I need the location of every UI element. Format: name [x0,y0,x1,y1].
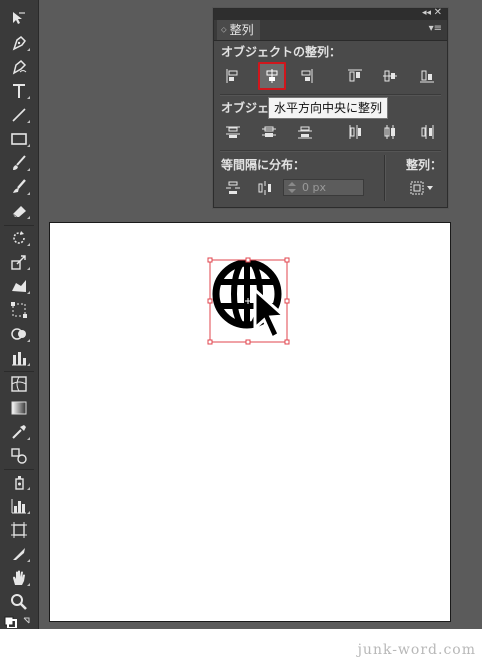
align-horizontal-center-button[interactable] [258,62,286,90]
rotate-tool-icon[interactable] [7,228,31,248]
curvature-tool-icon[interactable] [7,57,31,77]
distribute-horizontal-spacing-button[interactable] [254,177,276,199]
hand-tool-icon[interactable] [7,568,31,588]
panel-title-bar[interactable]: ◂◂ ✕ [214,7,447,20]
spacing-value: 0 px [302,181,326,194]
distribute-vertical-spacing-button[interactable] [222,177,244,199]
align-left-edges-button[interactable] [222,65,244,87]
type-tool-icon[interactable] [7,81,31,101]
tools-panel [0,0,39,629]
tab-align-label: 整列 [229,23,254,37]
vertical-spacing-icon [226,181,240,194]
eraser-tool-icon[interactable] [7,201,31,221]
fill-stroke-swatch-icon[interactable] [2,614,36,628]
align-bottom-edges-button[interactable] [416,65,438,87]
align-to-label: 整列： [406,158,443,172]
align-right-icon [301,69,313,83]
watermark-credit: junk-word.com [357,642,476,658]
shape-builder-tool-icon[interactable] [7,324,31,344]
close-icon[interactable]: ✕ [434,7,442,18]
scale-tool-icon[interactable] [7,252,31,272]
spacing-stepper[interactable]: 0 px [283,179,364,196]
distribute-objects-label: オブジェ [221,101,270,115]
blob-brush-tool-icon[interactable] [7,177,31,197]
align-top-icon [348,69,362,82]
rectangle-tool-icon[interactable] [7,129,31,149]
paintbrush-tool-icon[interactable] [7,153,31,173]
blend-tool-icon[interactable] [7,446,31,466]
align-top-edges-button[interactable] [344,65,366,87]
gradient-tool-icon[interactable] [7,398,31,418]
align-left-icon [226,69,238,83]
slice-tool-icon[interactable] [7,544,31,564]
align-vertical-center-icon [383,70,397,82]
align-right-edges-button[interactable] [295,65,317,87]
panel-tab-row: ⬦ 整列 ▾≡ [214,20,447,41]
selection-tool-icon[interactable] [7,8,31,28]
distribute-horizontal-center-icon [384,125,395,139]
horizontal-spacing-icon [258,181,271,195]
align-to-selection-dropdown[interactable] [408,177,438,199]
pen-tool-icon[interactable] [7,33,31,53]
distribute-top-button[interactable] [222,121,244,143]
eyedropper-tool-icon[interactable] [7,422,31,442]
distribute-bottom-icon [298,126,312,139]
distribute-spacing-label: 等間隔に分布： [221,158,306,172]
column-graph-tool-icon[interactable] [7,496,31,516]
panel-menu-icon[interactable]: ▾≡ [429,23,442,34]
zoom-tool-icon[interactable] [7,592,31,612]
distribute-horizontal-center-button[interactable] [379,121,401,143]
collapse-icon[interactable]: ◂◂ [422,8,431,18]
distribute-right-icon [421,125,434,139]
tooltip: 水平方向中央に整列 [268,97,389,119]
distribute-bottom-button[interactable] [294,121,316,143]
distribute-top-icon [226,126,240,138]
distribute-left-button[interactable] [344,121,366,143]
artboard-tool-icon[interactable] [7,520,31,540]
selected-web-icon[interactable] [205,256,295,348]
puppet-warp-tool-icon[interactable] [7,276,31,296]
align-objects-label: オブジェクトの整列： [221,45,342,59]
align-bottom-icon [420,70,434,83]
graph-tool-icon[interactable] [7,348,31,368]
stepper-arrows-icon[interactable] [286,181,298,194]
symbol-sprayer-tool-icon[interactable] [7,472,31,492]
distribute-left-icon [349,125,361,139]
align-vertical-center-button[interactable] [379,65,401,87]
tab-align[interactable]: ⬦ 整列 [217,20,260,40]
align-horizontal-center-icon [266,69,278,83]
free-transform-tool-icon[interactable] [7,300,31,320]
align-to-selection-icon [410,181,433,195]
distribute-right-button[interactable] [416,121,438,143]
distribute-vertical-center-button[interactable] [258,121,280,143]
line-tool-icon[interactable] [7,105,31,125]
mesh-tool-icon[interactable] [7,374,31,394]
tab-expand-icon[interactable]: ⬦ [221,26,227,34]
distribute-vertical-center-icon [262,126,276,137]
